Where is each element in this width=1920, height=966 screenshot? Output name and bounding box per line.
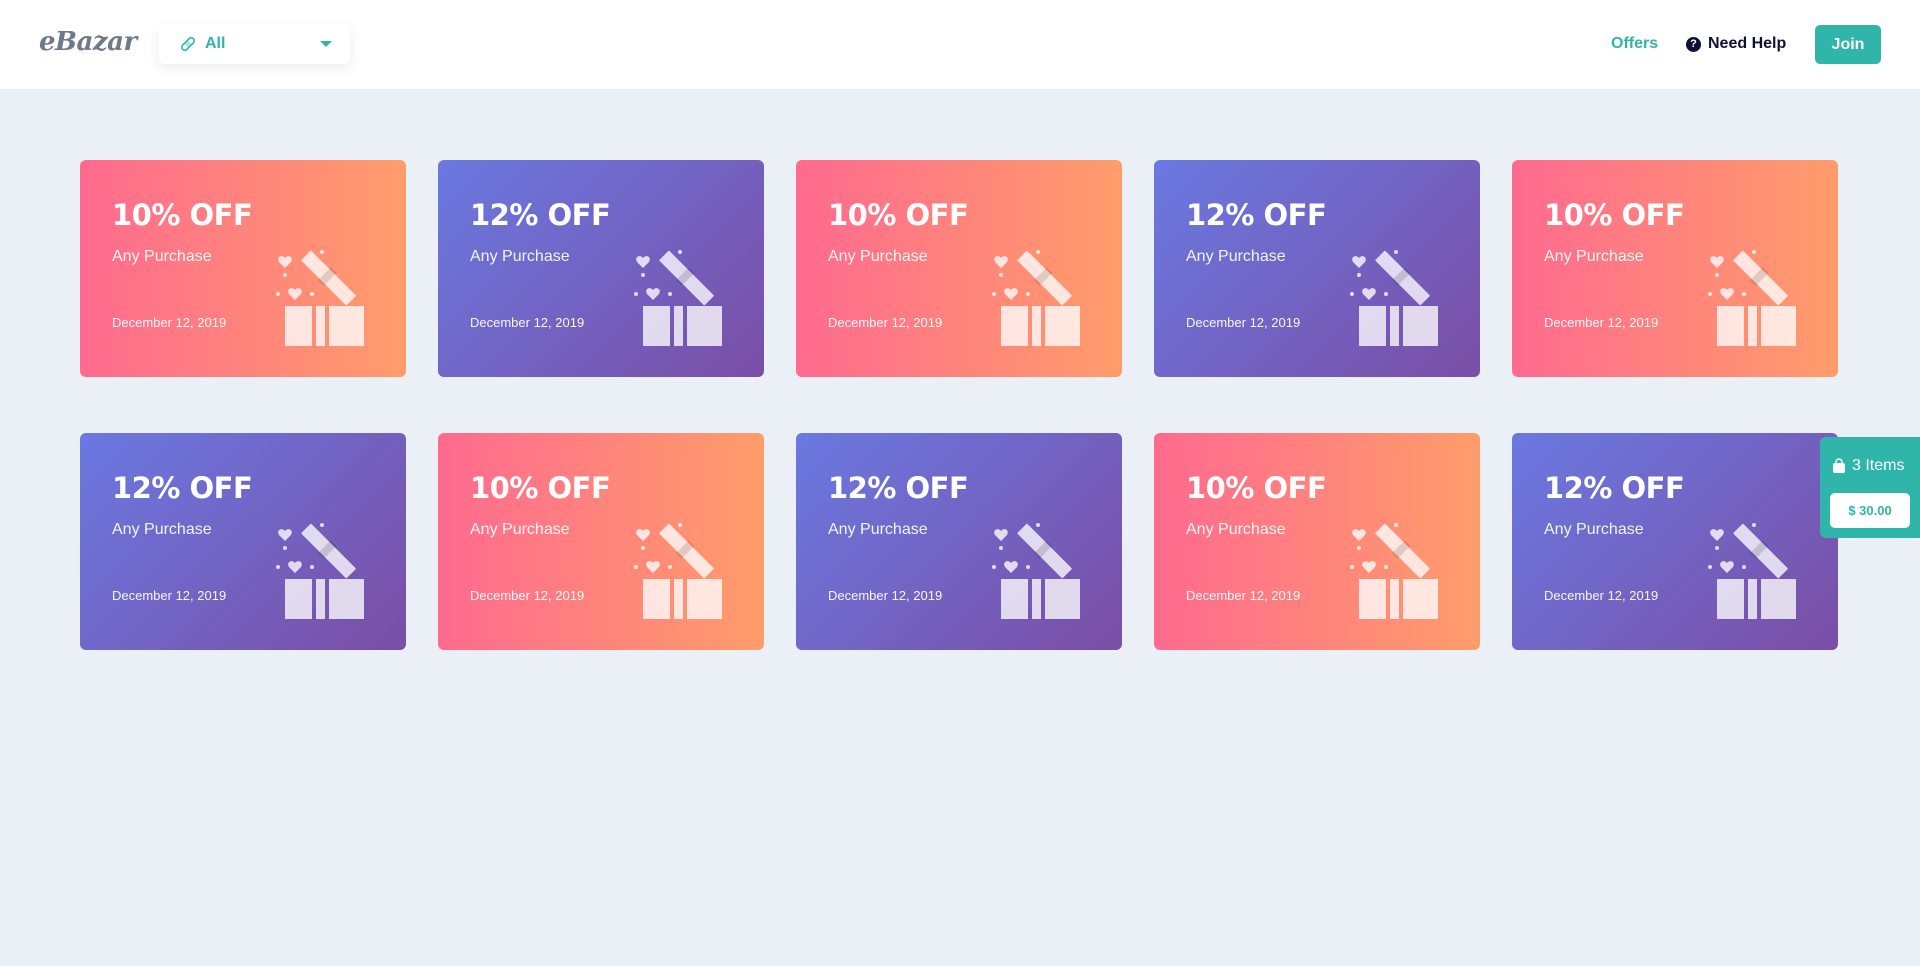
- offer-card[interactable]: 12% OFF Any Purchase December 12, 2019: [80, 433, 406, 650]
- gift-box-icon: [1708, 250, 1796, 346]
- offer-discount: 10% OFF: [470, 471, 611, 505]
- offer-date: December 12, 2019: [828, 315, 943, 330]
- offer-discount: 12% OFF: [1544, 471, 1685, 505]
- offer-discount: 10% OFF: [1186, 471, 1327, 505]
- offer-date: December 12, 2019: [112, 588, 227, 603]
- gift-box-icon: [992, 250, 1080, 346]
- gift-box-icon: [1350, 250, 1438, 346]
- offer-card[interactable]: 10% OFF Any Purchase December 12, 2019: [80, 160, 406, 377]
- cart-float-button[interactable]: 3 Items $ 30.00: [1820, 437, 1920, 538]
- offer-discount: 12% OFF: [1186, 198, 1327, 232]
- offer-discount: 10% OFF: [828, 198, 969, 232]
- offer-description: Any Purchase: [828, 521, 928, 538]
- offer-card[interactable]: 12% OFF Any Purchase December 12, 2019: [1512, 433, 1838, 650]
- offer-card[interactable]: 12% OFF Any Purchase December 12, 2019: [438, 160, 764, 377]
- join-button[interactable]: Join: [1815, 25, 1881, 64]
- offer-date: December 12, 2019: [470, 315, 585, 330]
- gift-box-icon: [992, 523, 1080, 619]
- gift-box-icon: [634, 250, 722, 346]
- gift-box-icon: [634, 523, 722, 619]
- question-circle-icon: ?: [1686, 36, 1701, 52]
- offer-date: December 12, 2019: [1186, 315, 1301, 330]
- gift-box-icon: [1708, 523, 1796, 619]
- offer-card[interactable]: 10% OFF Any Purchase December 12, 2019: [1512, 160, 1838, 377]
- offer-date: December 12, 2019: [112, 315, 227, 330]
- offer-description: Any Purchase: [112, 521, 212, 538]
- nav-link-need-help[interactable]: ? Need Help: [1686, 35, 1786, 53]
- category-select[interactable]: All: [159, 24, 350, 64]
- offer-description: Any Purchase: [1544, 521, 1644, 538]
- offer-discount: 10% OFF: [112, 198, 253, 232]
- offer-description: Any Purchase: [828, 248, 928, 265]
- offer-date: December 12, 2019: [828, 588, 943, 603]
- offer-card[interactable]: 10% OFF Any Purchase December 12, 2019: [796, 160, 1122, 377]
- cart-total: $ 30.00: [1830, 493, 1910, 528]
- offer-card[interactable]: 10% OFF Any Purchase December 12, 2019: [438, 433, 764, 650]
- offer-description: Any Purchase: [1186, 248, 1286, 265]
- gift-box-icon: [276, 523, 364, 619]
- offer-date: December 12, 2019: [1544, 315, 1659, 330]
- offer-description: Any Purchase: [470, 521, 570, 538]
- offer-date: December 12, 2019: [1544, 588, 1659, 603]
- offer-discount: 12% OFF: [112, 471, 253, 505]
- offer-card[interactable]: 12% OFF Any Purchase December 12, 2019: [796, 433, 1122, 650]
- top-navbar: eBazar All Offers ? Need Help Join: [0, 0, 1920, 89]
- logo[interactable]: eBazar: [39, 27, 137, 57]
- offer-discount: 12% OFF: [828, 471, 969, 505]
- cart-items-label: 3 Items: [1852, 457, 1905, 474]
- offer-card[interactable]: 10% OFF Any Purchase December 12, 2019: [1154, 433, 1480, 650]
- offer-discount: 10% OFF: [1544, 198, 1685, 232]
- need-help-label: Need Help: [1708, 35, 1787, 52]
- offer-discount: 12% OFF: [470, 198, 611, 232]
- offer-description: Any Purchase: [1544, 248, 1644, 265]
- category-select-value: All: [205, 35, 226, 52]
- gift-box-icon: [276, 250, 364, 346]
- offer-description: Any Purchase: [112, 248, 212, 265]
- offer-description: Any Purchase: [470, 248, 570, 265]
- bandage-icon: [179, 35, 197, 53]
- nav-link-offers[interactable]: Offers: [1611, 35, 1658, 53]
- offer-date: December 12, 2019: [470, 588, 585, 603]
- shopping-bag-icon: [1832, 458, 1846, 474]
- offer-description: Any Purchase: [1186, 521, 1286, 538]
- offers-grid: 10% OFF Any Purchase December 12, 2019 1…: [80, 160, 1840, 650]
- chevron-down-icon: [320, 41, 332, 47]
- offer-card[interactable]: 12% OFF Any Purchase December 12, 2019: [1154, 160, 1480, 377]
- gift-box-icon: [1350, 523, 1438, 619]
- offer-date: December 12, 2019: [1186, 588, 1301, 603]
- cart-count: 3 Items: [1832, 457, 1904, 475]
